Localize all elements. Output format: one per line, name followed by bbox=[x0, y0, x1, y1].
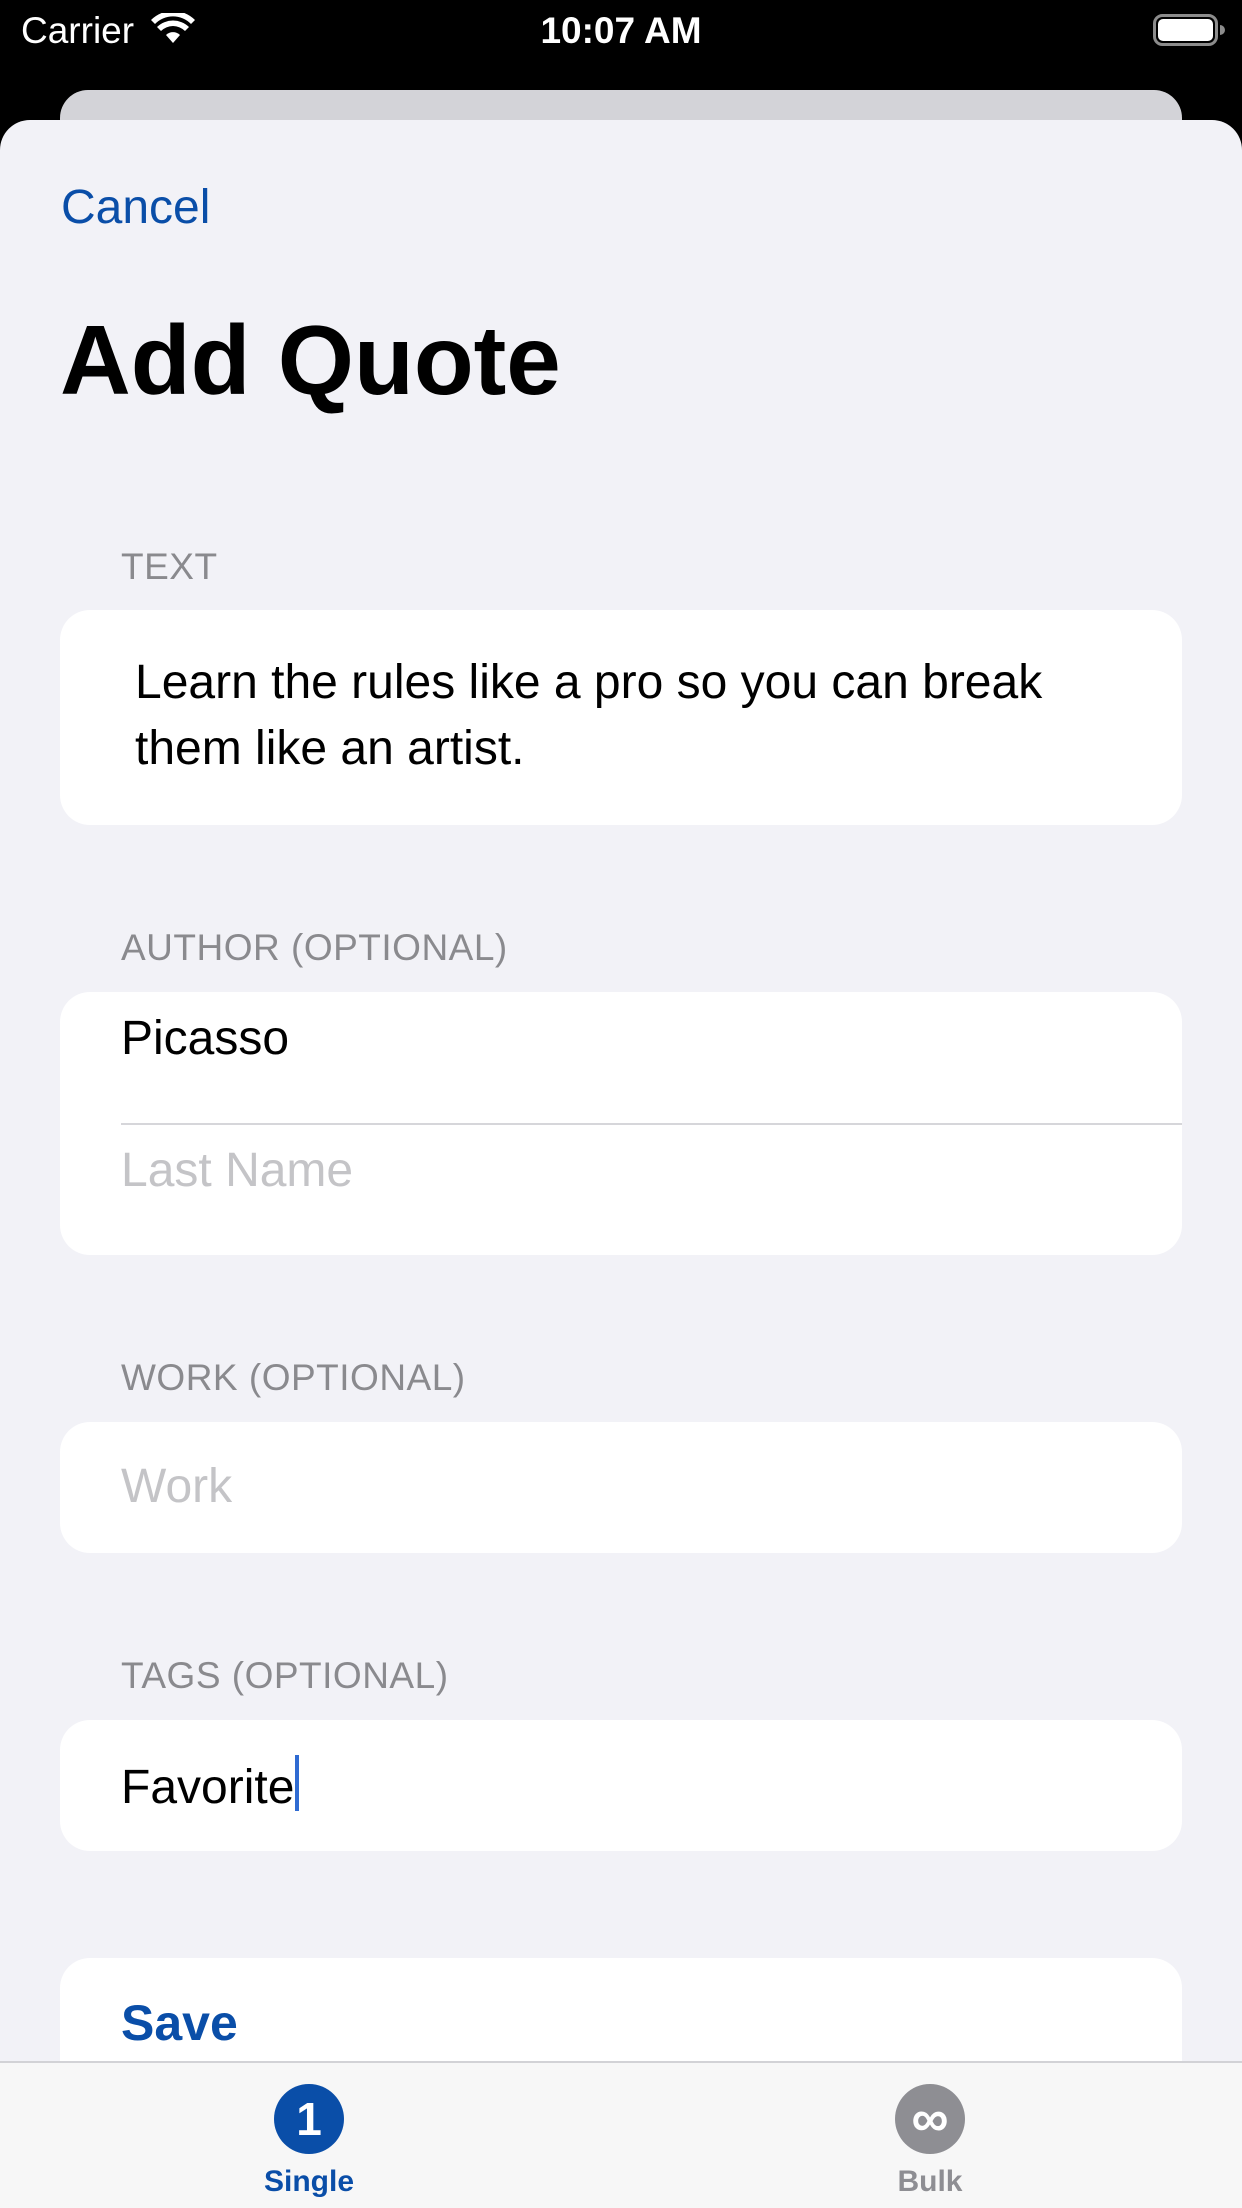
tab-bar: 1 Single ∞ Bulk bbox=[0, 2061, 1242, 2208]
tab-bulk[interactable]: ∞ Bulk bbox=[780, 2063, 1080, 2208]
page-title: Add Quote bbox=[60, 305, 561, 415]
last-name-field[interactable]: Last Name bbox=[121, 1141, 353, 1201]
battery-icon bbox=[1153, 14, 1225, 46]
text-card: Learn the rules like a pro so you can br… bbox=[60, 610, 1182, 825]
tab-single-label: Single bbox=[263, 2165, 354, 2198]
text-section-header: TEXT bbox=[121, 546, 218, 587]
work-section-header: WORK (OPTIONAL) bbox=[121, 1357, 466, 1398]
clock: 10:07 AM bbox=[540, 10, 702, 51]
work-field[interactable]: Work bbox=[121, 1457, 232, 1517]
tags-value: Favorite bbox=[121, 1761, 295, 1814]
quote-text-area[interactable]: Learn the rules like a pro so you can br… bbox=[135, 650, 1135, 782]
add-quote-sheet: Cancel Add Quote TEXT Learn the rules li… bbox=[0, 120, 1242, 2208]
tags-field[interactable]: Favorite bbox=[121, 1755, 300, 1818]
author-section-header: AUTHOR (OPTIONAL) bbox=[121, 927, 508, 968]
tab-single[interactable]: 1 Single bbox=[159, 2063, 459, 2208]
tags-card: Favorite bbox=[60, 1720, 1182, 1851]
number-one-circle-icon: 1 bbox=[274, 2084, 344, 2154]
first-name-field[interactable]: Picasso bbox=[121, 1009, 289, 1069]
status-bar: Carrier 10:07 AM bbox=[0, 0, 1242, 63]
author-card: Picasso Last Name bbox=[60, 992, 1182, 1255]
save-button[interactable]: Save bbox=[121, 1993, 238, 2053]
cancel-button[interactable]: Cancel bbox=[61, 178, 210, 238]
tab-bulk-label: Bulk bbox=[897, 2165, 963, 2198]
infinity-circle-icon: ∞ bbox=[895, 2084, 965, 2154]
work-card: Work bbox=[60, 1422, 1182, 1553]
text-cursor bbox=[295, 1755, 300, 1811]
field-separator bbox=[121, 1123, 1182, 1125]
tags-section-header: TAGS (OPTIONAL) bbox=[121, 1655, 449, 1696]
screen: Carrier 10:07 AM Cancel Add Quote TEXT L… bbox=[0, 0, 1242, 2208]
